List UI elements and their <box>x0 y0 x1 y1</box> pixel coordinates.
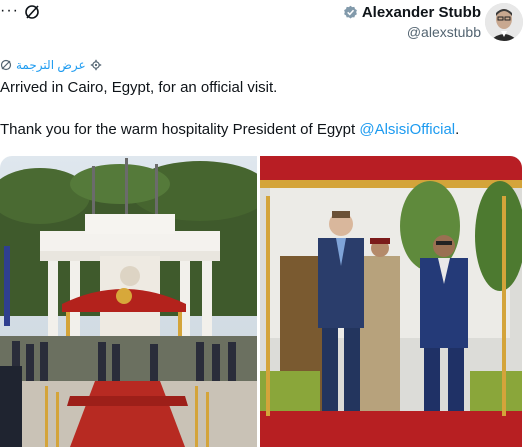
author-block[interactable]: Alexander Stubb @alexstubb <box>343 4 481 40</box>
tweet-line-2-end: . <box>455 121 460 138</box>
mute-slash-icon[interactable] <box>24 4 40 20</box>
translate-label[interactable]: عرض الترجمة <box>16 58 86 72</box>
media-grid <box>0 156 527 447</box>
author-name[interactable]: Alexander Stubb <box>362 4 481 21</box>
verified-badge-icon <box>343 5 357 19</box>
mention-link[interactable]: @AlsisiOfficial <box>359 121 455 138</box>
tweet-line-2-text: Thank you for the warm hospitality Presi… <box>0 121 360 138</box>
tweet-body: Arrived in Cairo, Egypt, for an official… <box>0 78 459 140</box>
tweet-line-2: Thank you for the warm hospitality Presi… <box>0 120 459 140</box>
more-options-icon[interactable]: ··· <box>0 3 18 20</box>
tweet-header: ··· Alexander Stubb @alexstubb <box>0 0 527 46</box>
translate-link[interactable]: عرض الترجمة <box>0 58 102 72</box>
translate-icon <box>0 59 12 71</box>
tweet-line-1: Arrived in Cairo, Egypt, for an official… <box>0 79 278 96</box>
photo-palace-ceremony[interactable] <box>0 156 257 447</box>
gear-icon[interactable] <box>90 59 102 71</box>
author-handle[interactable]: @alexstubb <box>343 24 481 40</box>
photo-two-presidents[interactable] <box>260 156 522 447</box>
avatar[interactable] <box>485 3 523 41</box>
